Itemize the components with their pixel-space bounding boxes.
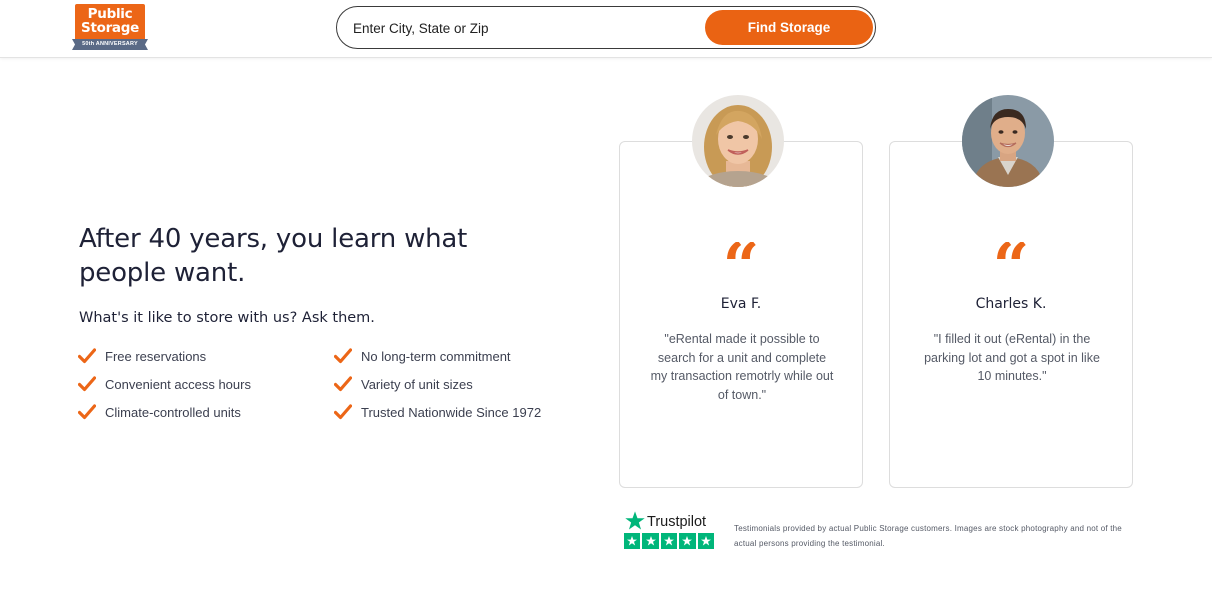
logo-wordmark: Public Storage <box>75 7 145 35</box>
feature-label: Trusted Nationwide Since 1972 <box>361 404 542 420</box>
trustpilot-badge[interactable]: Trustpilot <box>624 510 714 552</box>
location-search-input[interactable] <box>353 17 693 39</box>
feature-item: No long-term commitment <box>334 345 511 367</box>
testimonial-subhead: What's it like to store with us? Ask the… <box>79 310 375 326</box>
checkmark-icon <box>78 348 96 364</box>
testimonial-name: Eva F. <box>720 296 762 312</box>
logo-line-2: Storage <box>81 20 139 36</box>
checkmark-icon <box>78 376 96 392</box>
rating-star-icon <box>697 533 714 549</box>
testimonial-quote: "eRental made it possible to search for … <box>650 332 834 402</box>
rating-star-icon <box>624 533 641 549</box>
trustpilot-label: Trustpilot <box>647 514 707 530</box>
testimonial-card: “ Charles K. "I filled it out (eRental) … <box>889 141 1133 488</box>
checkmark-icon <box>334 348 352 364</box>
trustpilot-rating <box>624 533 714 549</box>
feature-item: Convenient access hours <box>78 373 251 395</box>
checkmark-icon <box>334 404 352 420</box>
location-search-bar: Find Storage <box>336 6 876 49</box>
checkmark-icon <box>78 404 96 420</box>
trustpilot-star-icon <box>625 511 645 530</box>
feature-item: Variety of unit sizes <box>334 373 473 395</box>
feature-label: Climate-controlled units <box>105 404 241 420</box>
feature-item: Trusted Nationwide Since 1972 <box>334 401 541 423</box>
find-storage-button[interactable]: Find Storage <box>705 10 873 45</box>
rating-star-icon <box>642 533 659 549</box>
feature-label: Convenient access hours <box>105 376 251 392</box>
site-header: Public Storage 50th ANNIVERSARY Find Sto… <box>0 0 1212 58</box>
page-headline: After 40 years, you learn what people wa… <box>79 224 468 288</box>
checkmark-icon <box>334 376 352 392</box>
feature-label: No long-term commitment <box>361 348 511 364</box>
feature-label: Variety of unit sizes <box>361 376 473 392</box>
rating-star-icon <box>679 533 696 549</box>
quote-mark-icon: “ <box>992 242 1030 282</box>
testimonial-quote: "I filled it out (eRental) in the parkin… <box>924 332 1100 383</box>
quote-mark-icon: “ <box>722 242 760 282</box>
man-portrait-avatar <box>962 95 1054 187</box>
testimonial-name: Charles K. <box>975 296 1047 312</box>
feature-label: Free reservations <box>105 348 207 364</box>
public-storage-logo[interactable]: Public Storage 50th ANNIVERSARY <box>72 4 148 52</box>
anniversary-ribbon: 50th ANNIVERSARY <box>72 39 148 50</box>
feature-item: Climate-controlled units <box>78 401 241 423</box>
logo-line-1: Public <box>87 6 133 22</box>
testimonial-disclaimer: Testimonials provided by actual Public S… <box>734 524 1122 548</box>
rating-star-icon <box>660 533 678 549</box>
feature-item: Free reservations <box>78 345 206 367</box>
testimonial-card: “ Eva F. "eRental made it possible to se… <box>619 141 863 488</box>
woman-portrait-avatar <box>692 95 784 187</box>
